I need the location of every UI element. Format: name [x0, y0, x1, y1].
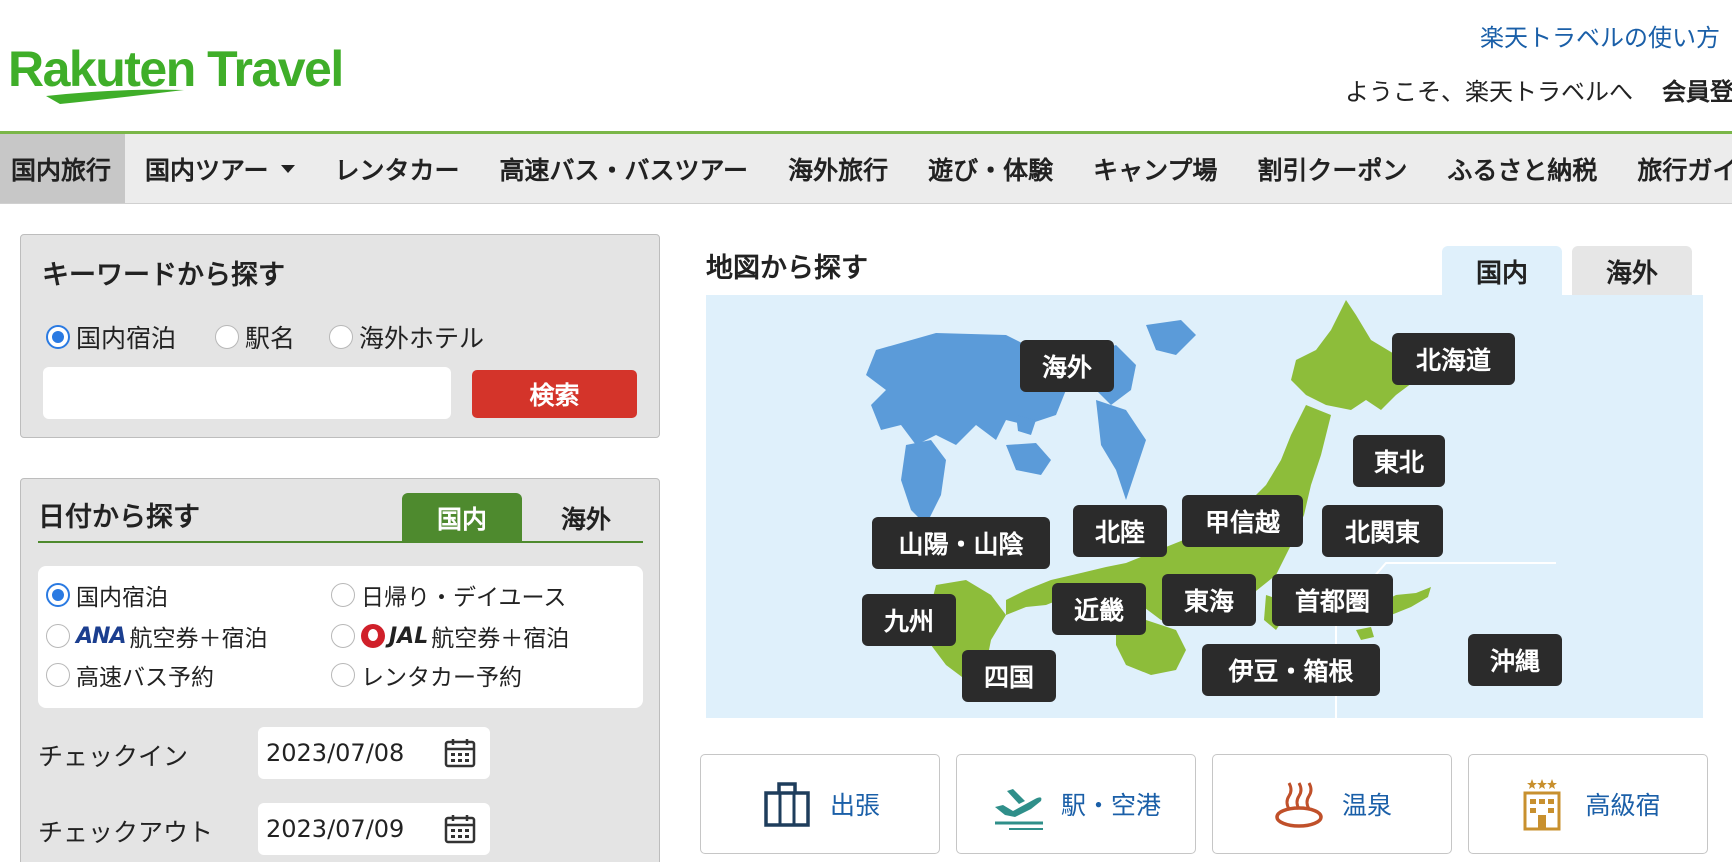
region-hokuriku[interactable]: 北陸 — [1073, 505, 1167, 557]
radio-jal-package[interactable]: JAL 航空券＋宿泊 — [331, 619, 569, 653]
checkout-date-field[interactable]: 2023/07/09 — [258, 803, 490, 855]
region-kinki[interactable]: 近畿 — [1052, 583, 1146, 635]
region-koshinetsu[interactable]: 甲信越 — [1182, 495, 1303, 547]
nav-camp[interactable]: キャンプ場 — [1073, 134, 1237, 203]
register-link[interactable]: 会員登録 — [1662, 72, 1732, 107]
calendar-icon[interactable] — [444, 738, 476, 768]
nav-domestic-tour[interactable]: 国内ツアー — [125, 134, 315, 203]
briefcase-icon — [764, 782, 810, 827]
region-sanyo-sanin[interactable]: 山陽・山陰 — [872, 517, 1050, 569]
airplane-icon — [994, 789, 1043, 830]
radio-date-domestic-stay[interactable]: 国内宿泊 — [46, 578, 168, 612]
region-tokai[interactable]: 東海 — [1162, 574, 1256, 626]
jal-crane-icon — [361, 624, 385, 648]
tab-underline — [38, 541, 643, 543]
radio-button[interactable] — [46, 624, 70, 648]
chevron-down-icon — [280, 164, 295, 173]
radio-button[interactable] — [329, 325, 353, 349]
radio-domestic-stay[interactable]: 国内宿泊 — [46, 319, 176, 355]
radio-button[interactable] — [331, 663, 355, 687]
nav-rental-car[interactable]: レンタカー — [315, 134, 480, 203]
region-izu-hakone[interactable]: 伊豆・箱根 — [1202, 644, 1380, 696]
svg-text:Rakuten Travel: Rakuten Travel — [8, 41, 343, 97]
radio-day-use[interactable]: 日帰り・デイユース — [331, 578, 566, 612]
category-station-airport[interactable]: 駅・空港 — [956, 754, 1196, 854]
stay-type-options: 国内宿泊 日帰り・デイユース ANA 航空券＋宿泊 JAL 航空券＋宿泊 高速バ… — [38, 566, 643, 708]
radio-button[interactable] — [46, 583, 70, 607]
nav-travel-guide[interactable]: 旅行ガイド — [1617, 134, 1732, 203]
nav-highway-bus[interactable]: 高速バス・バスツアー — [480, 134, 769, 203]
radio-station[interactable]: 駅名 — [215, 319, 295, 355]
tab-date-domestic[interactable]: 国内 — [402, 493, 522, 542]
main-nav: 国内旅行 国内ツアー レンタカー 高速バス・バスツアー 海外旅行 遊び・体験 キ… — [0, 134, 1732, 204]
category-business[interactable]: 出張 — [700, 754, 940, 854]
radio-button[interactable] — [46, 325, 70, 349]
tab-map-overseas[interactable]: 海外 — [1572, 246, 1692, 297]
how-to-use-link[interactable]: 楽天トラベルの使い方 — [1480, 18, 1720, 53]
radio-button[interactable] — [331, 583, 355, 607]
radio-rental-car[interactable]: レンタカー予約 — [331, 658, 522, 692]
radio-highway-bus[interactable]: 高速バス予約 — [46, 658, 214, 692]
checkout-label: チェックアウト — [38, 818, 214, 847]
checkin-label: チェックイン — [38, 742, 189, 771]
tab-map-domestic[interactable]: 国内 — [1442, 246, 1562, 297]
date-search-title: 日付から探す — [38, 502, 200, 533]
radio-button[interactable] — [215, 325, 239, 349]
nav-coupon[interactable]: 割引クーポン — [1237, 134, 1427, 203]
tab-date-overseas[interactable]: 海外 — [531, 493, 641, 542]
nav-activities[interactable]: 遊び・体験 — [908, 134, 1073, 203]
region-kitakanto[interactable]: 北関東 — [1322, 505, 1443, 557]
radio-ana-package[interactable]: ANA 航空券＋宿泊 — [46, 619, 267, 653]
luxury-hotel-icon — [1523, 779, 1561, 831]
category-luxury[interactable]: 高級宿 — [1468, 754, 1708, 854]
map-search-title: 地図から探す — [706, 253, 868, 284]
rakuten-travel-logo[interactable]: Rakuten Travel — [8, 38, 398, 108]
region-overseas[interactable]: 海外 — [1020, 340, 1114, 392]
date-search-panel: 日付から探す 国内 海外 国内宿泊 日帰り・デイユース ANA 航空券＋宿泊 J… — [20, 478, 660, 862]
region-tohoku[interactable]: 東北 — [1353, 435, 1445, 487]
keyword-search-panel: キーワードから探す 国内宿泊 駅名 海外ホテル 検索 — [20, 234, 660, 438]
category-onsen[interactable]: 温泉 — [1212, 754, 1452, 854]
region-hokkaido[interactable]: 北海道 — [1392, 333, 1515, 385]
checkin-date-field[interactable]: 2023/07/08 — [258, 727, 490, 779]
keyword-search-title: キーワードから探す — [42, 260, 285, 291]
nav-furusato[interactable]: ふるさと納税 — [1427, 134, 1617, 203]
nav-domestic-travel[interactable]: 国内旅行 — [0, 134, 126, 203]
radio-button[interactable] — [46, 663, 70, 687]
jal-logo: JAL — [389, 623, 429, 649]
region-kyushu[interactable]: 九州 — [862, 594, 956, 646]
japan-map: 海外 北海道 東北 北関東 甲信越 北陸 山陽・山陰 九州 近畿 東海 首都圏 … — [706, 295, 1703, 718]
search-button[interactable]: 検索 — [472, 370, 637, 418]
hot-spring-icon — [1275, 782, 1323, 828]
region-okinawa[interactable]: 沖縄 — [1468, 634, 1562, 686]
radio-overseas-hotel[interactable]: 海外ホテル — [329, 319, 484, 355]
region-shikoku[interactable]: 四国 — [962, 650, 1056, 702]
region-shutoken[interactable]: 首都圏 — [1272, 574, 1393, 626]
keyword-input[interactable] — [43, 367, 451, 419]
header: Rakuten Travel 楽天トラベルの使い方 ようこそ、楽天トラベルへ 会… — [0, 0, 1732, 134]
welcome-text: ようこそ、楽天トラベルへ — [1345, 78, 1633, 106]
ana-logo: ANA — [76, 623, 126, 649]
calendar-icon[interactable] — [444, 814, 476, 844]
nav-overseas-travel[interactable]: 海外旅行 — [768, 134, 908, 203]
radio-button[interactable] — [331, 624, 355, 648]
